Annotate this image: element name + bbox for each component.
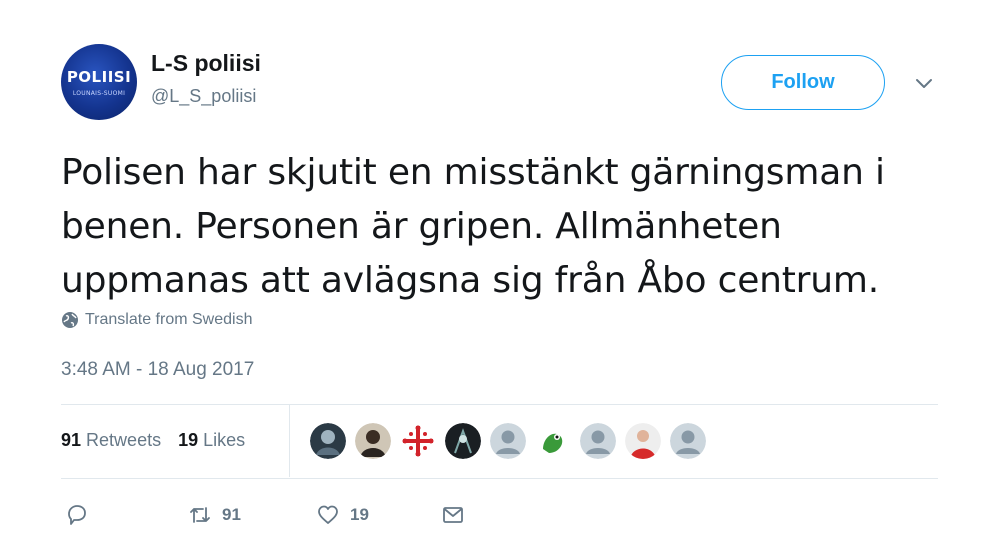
likes-label: Likes <box>203 430 246 450</box>
handle[interactable]: @L_S_poliisi <box>151 86 256 107</box>
reply-button[interactable] <box>65 503 89 527</box>
divider <box>61 404 938 405</box>
liker-avatar[interactable] <box>625 423 661 459</box>
liker-avatar[interactable] <box>670 423 706 459</box>
avatar[interactable]: POLIISI LOUNAIS-SUOMI <box>61 44 137 120</box>
likes-count: 19 <box>178 430 199 450</box>
display-name[interactable]: L-S poliisi <box>151 50 261 77</box>
avatar-logo-text: POLIISI <box>66 68 132 86</box>
like-button[interactable]: 19 <box>316 503 369 527</box>
retweet-icon <box>190 507 210 523</box>
liker-avatar[interactable] <box>490 423 526 459</box>
tweet-text: Polisen har skjutit en misstänkt gärning… <box>61 152 885 301</box>
likes-stat[interactable]: 19 Likes <box>178 430 245 451</box>
retweets-stat[interactable]: 91 Retweets <box>61 430 161 451</box>
divider <box>289 405 290 477</box>
avatar-logo-subtext: LOUNAIS-SUOMI <box>72 90 126 97</box>
message-icon <box>443 507 463 523</box>
tweet-stats: 91 Retweets 19 Likes <box>61 430 245 451</box>
liker-avatar[interactable] <box>535 423 571 459</box>
direct-message-button[interactable] <box>441 503 465 527</box>
retweets-count: 91 <box>61 430 82 450</box>
retweet-count: 91 <box>222 505 241 524</box>
liker-avatar[interactable] <box>580 423 616 459</box>
retweet-button[interactable]: 91 <box>188 503 241 527</box>
chevron-down-icon[interactable] <box>914 76 934 92</box>
liker-avatar[interactable] <box>445 423 481 459</box>
heart-icon <box>318 505 338 524</box>
liker-avatar[interactable] <box>355 423 391 459</box>
follow-button[interactable]: Follow <box>721 55 885 110</box>
liker-avatar[interactable] <box>310 423 346 459</box>
reply-icon <box>68 505 86 525</box>
globe-icon <box>62 312 78 328</box>
likers-avatars <box>310 423 706 459</box>
translate-label: Translate from Swedish <box>85 311 253 328</box>
divider <box>61 478 938 479</box>
like-count: 19 <box>350 505 369 524</box>
translate-link[interactable]: Translate from Swedish <box>61 311 252 329</box>
timestamp[interactable]: 3:48 AM - 18 Aug 2017 <box>61 359 254 381</box>
liker-avatar[interactable] <box>400 423 436 459</box>
retweets-label: Retweets <box>86 430 162 450</box>
